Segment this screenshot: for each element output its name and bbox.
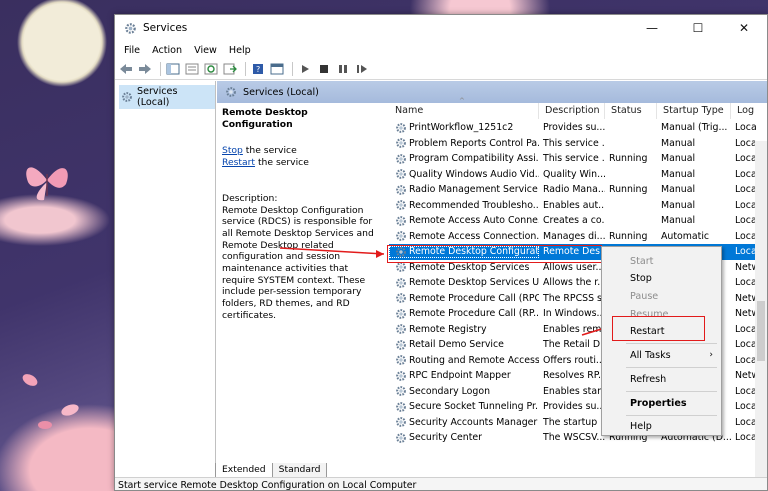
restart-highlight-box [612,316,705,341]
selected-row-highlight [387,245,602,263]
context-menu-help[interactable]: Help [630,421,652,432]
context-menu: Start Stop Pause Resume Restart All Task… [601,246,722,436]
context-menu-separator [626,415,717,416]
context-menu-refresh[interactable]: Refresh [630,374,666,385]
context-menu-separator [626,367,717,368]
context-menu-start[interactable]: Start [630,256,653,267]
context-menu-properties[interactable]: Properties [630,398,687,409]
context-menu-pause[interactable]: Pause [630,291,658,302]
context-menu-all-tasks[interactable]: All Tasks [630,350,671,361]
submenu-chevron-icon: › [709,350,713,360]
context-menu-separator [626,391,717,392]
context-menu-separator [626,343,717,344]
context-menu-stop[interactable]: Stop [630,273,652,284]
